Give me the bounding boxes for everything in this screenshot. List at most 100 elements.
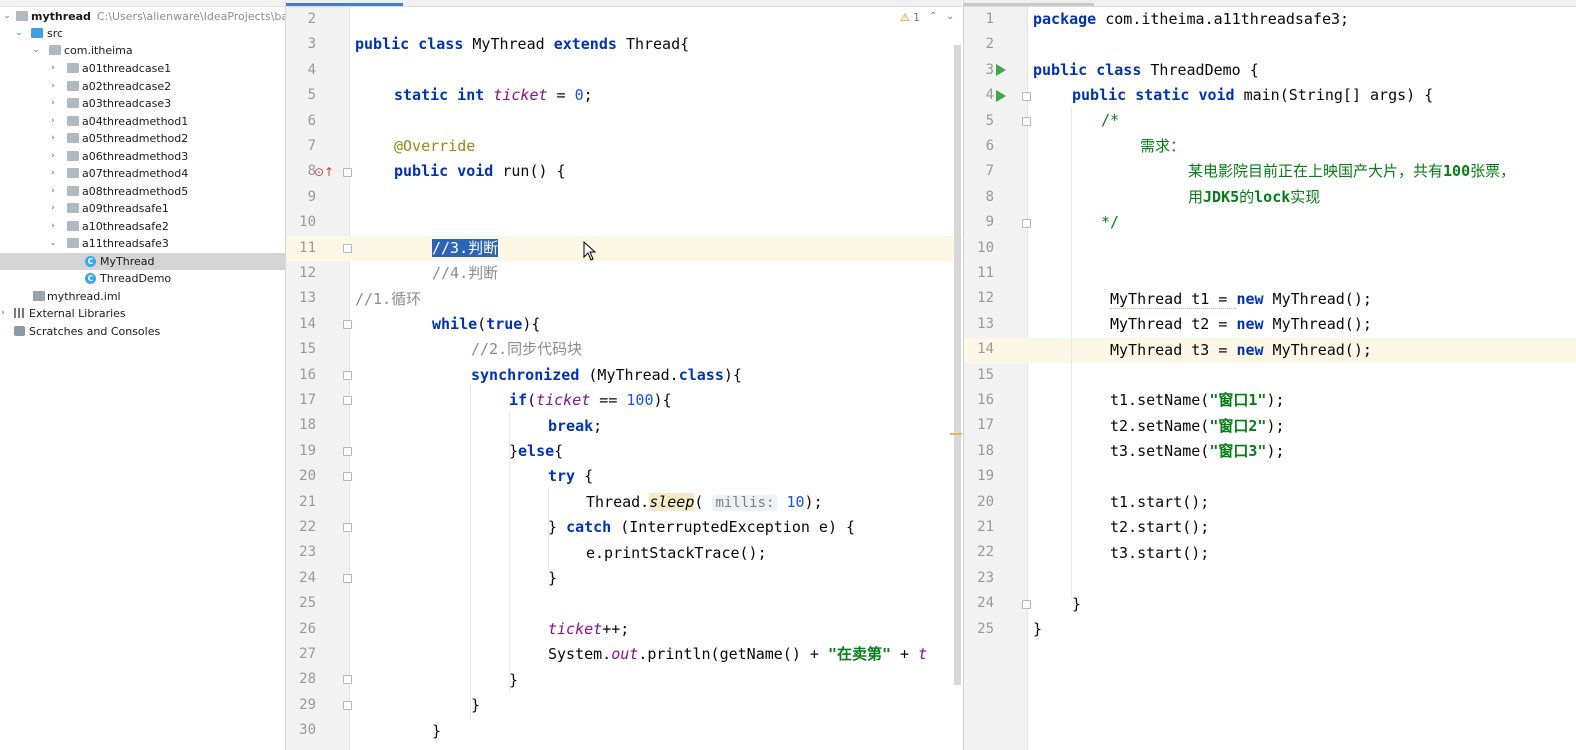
tree-node-package[interactable]: ⌄ a11threadsafe3 xyxy=(0,235,285,252)
chevron-right-icon[interactable]: › xyxy=(48,130,58,147)
line-number[interactable]: 22 xyxy=(964,540,994,565)
override-marker-icon[interactable]: ⊙↑ xyxy=(314,165,334,179)
fold-marker[interactable] xyxy=(1022,600,1031,609)
tree-node-package[interactable]: › a06threadmethod3 xyxy=(0,148,285,165)
line-number[interactable]: 8 xyxy=(964,185,994,210)
project-tree-panel[interactable]: ⌄ mythread C:\Users\alienware\IdeaProject… xyxy=(0,0,286,750)
warning-icon[interactable]: ⚠ xyxy=(900,11,910,24)
fold-marker[interactable] xyxy=(343,396,352,405)
chevron-down-icon[interactable]: ⌄ xyxy=(14,25,24,42)
line-number[interactable]: 12 xyxy=(964,286,994,311)
tree-node-external-libraries[interactable]: › External Libraries xyxy=(0,305,285,322)
fold-marker[interactable] xyxy=(1022,92,1031,101)
code-line-5[interactable]: static int ticket = 0; xyxy=(394,83,593,108)
chevron-down-icon[interactable]: ⌄ xyxy=(946,11,954,22)
fold-marker[interactable] xyxy=(343,472,352,481)
tree-node-iml[interactable]: mythread.iml xyxy=(0,288,285,305)
fold-marker[interactable] xyxy=(343,523,352,532)
chevron-down-icon[interactable]: ⌄ xyxy=(48,235,58,252)
line-number[interactable]: 11 xyxy=(964,261,994,286)
code-line-14[interactable]: MyThread t3 = new MyThread(); xyxy=(1110,338,1372,363)
tree-node-package[interactable]: › a08threadmethod5 xyxy=(0,183,285,200)
code-line-14[interactable]: while(true){ xyxy=(432,312,540,337)
editor-scrollbar[interactable] xyxy=(954,45,961,685)
line-number[interactable]: 7 xyxy=(286,134,316,159)
line-number[interactable]: 6 xyxy=(964,134,994,159)
fold-marker[interactable] xyxy=(343,244,352,253)
line-number[interactable]: 5 xyxy=(286,83,316,108)
code-line-13[interactable]: //1.循环 xyxy=(355,287,421,312)
line-number[interactable]: 2 xyxy=(286,7,316,32)
tree-node-package[interactable]: › a04threadmethod1 xyxy=(0,113,285,130)
warning-count[interactable]: 1 xyxy=(913,11,920,24)
code-line-7[interactable]: 某电影院目前正在上映国产大片，共有100张票， xyxy=(1188,159,1515,184)
code-line-3[interactable]: public class MyThread extends Thread{ xyxy=(355,32,689,57)
code-line-27[interactable]: System.out.println(getName() + "在卖第" + t xyxy=(548,642,927,667)
line-number[interactable]: 2 xyxy=(964,32,994,57)
code-line-26[interactable]: ticket++; xyxy=(548,617,629,642)
tree-node-class-threaddemo[interactable]: C ThreadDemo xyxy=(0,270,285,287)
line-number[interactable]: 17 xyxy=(286,388,316,413)
code-line-20[interactable]: try { xyxy=(548,464,593,489)
tree-node-package-root[interactable]: ⌄ com.itheima xyxy=(0,42,285,59)
code-line-17[interactable]: t2.setName("窗口2"); xyxy=(1110,414,1285,439)
fold-marker[interactable] xyxy=(343,320,352,329)
code-line-9[interactable]: */ xyxy=(1101,210,1119,235)
tree-node-package[interactable]: › a10threadsafe2 xyxy=(0,218,285,235)
line-number[interactable]: 10 xyxy=(964,236,994,261)
selected-text[interactable]: //3.判断 xyxy=(432,239,499,257)
code-line-12[interactable]: MyThread t1 = new MyThread(); xyxy=(1110,287,1372,312)
line-number[interactable]: 9 xyxy=(964,210,994,235)
line-number[interactable]: 12 xyxy=(286,261,316,286)
line-number[interactable]: 17 xyxy=(964,413,994,438)
line-number[interactable]: 4 xyxy=(286,58,316,83)
line-number[interactable]: 23 xyxy=(964,566,994,591)
code-line-29[interactable]: } xyxy=(471,693,480,718)
line-number[interactable]: 25 xyxy=(964,617,994,642)
chevron-right-icon[interactable]: › xyxy=(48,200,58,217)
line-number[interactable]: 3 xyxy=(964,58,994,83)
code-line-18[interactable]: t3.setName("窗口3"); xyxy=(1110,439,1285,464)
line-number[interactable]: 4 xyxy=(964,83,994,108)
code-line-7[interactable]: @Override xyxy=(394,134,475,159)
code-line-22[interactable]: t3.start(); xyxy=(1110,541,1209,566)
code-line-16[interactable]: t1.setName("窗口1"); xyxy=(1110,388,1285,413)
line-number[interactable]: 23 xyxy=(286,540,316,565)
line-number[interactable]: 14 xyxy=(964,337,994,362)
line-number[interactable]: 7 xyxy=(964,159,994,184)
fold-marker[interactable] xyxy=(343,168,352,177)
code-line-24[interactable]: } xyxy=(1072,592,1081,617)
fold-marker[interactable] xyxy=(343,574,352,583)
tree-node-package[interactable]: › a05threadmethod2 xyxy=(0,130,285,147)
fold-marker[interactable] xyxy=(1022,219,1031,228)
tree-node-package[interactable]: › a01threadcase1 xyxy=(0,60,285,77)
code-line-19[interactable]: }else{ xyxy=(509,439,563,464)
line-number[interactable]: 11 xyxy=(286,236,316,261)
line-number[interactable]: 29 xyxy=(286,693,316,718)
code-line-23[interactable]: e.printStackTrace(); xyxy=(586,541,767,566)
code-line-8[interactable]: public void run() { xyxy=(394,159,566,184)
line-number[interactable]: 1 xyxy=(964,7,994,32)
code-line-6[interactable]: 需求： xyxy=(1140,134,1185,159)
line-number[interactable]: 19 xyxy=(286,439,316,464)
line-number[interactable]: 24 xyxy=(964,591,994,616)
chevron-right-icon[interactable]: › xyxy=(48,95,58,112)
fold-marker[interactable] xyxy=(343,675,352,684)
tree-node-class-mythread[interactable]: C MyThread xyxy=(0,253,285,270)
line-number[interactable]: 21 xyxy=(964,515,994,540)
chevron-right-icon[interactable]: › xyxy=(48,183,58,200)
tree-node-src[interactable]: ⌄ src xyxy=(0,25,285,42)
code-line-12[interactable]: //4.判断 xyxy=(432,261,498,286)
chevron-down-icon[interactable]: ⌄ xyxy=(2,8,12,25)
chevron-right-icon[interactable]: › xyxy=(48,60,58,77)
line-number[interactable]: 28 xyxy=(286,667,316,692)
code-line-16[interactable]: synchronized (MyThread.class){ xyxy=(471,363,742,388)
chevron-right-icon[interactable]: › xyxy=(48,165,58,182)
line-number[interactable]: 26 xyxy=(286,617,316,642)
code-line-3[interactable]: public class ThreadDemo { xyxy=(1033,58,1259,83)
line-number[interactable]: 6 xyxy=(286,109,316,134)
code-line-28[interactable]: } xyxy=(509,668,518,693)
fold-marker[interactable] xyxy=(343,447,352,456)
code-line-18[interactable]: break; xyxy=(548,414,602,439)
tab-indicator[interactable] xyxy=(964,3,1094,6)
